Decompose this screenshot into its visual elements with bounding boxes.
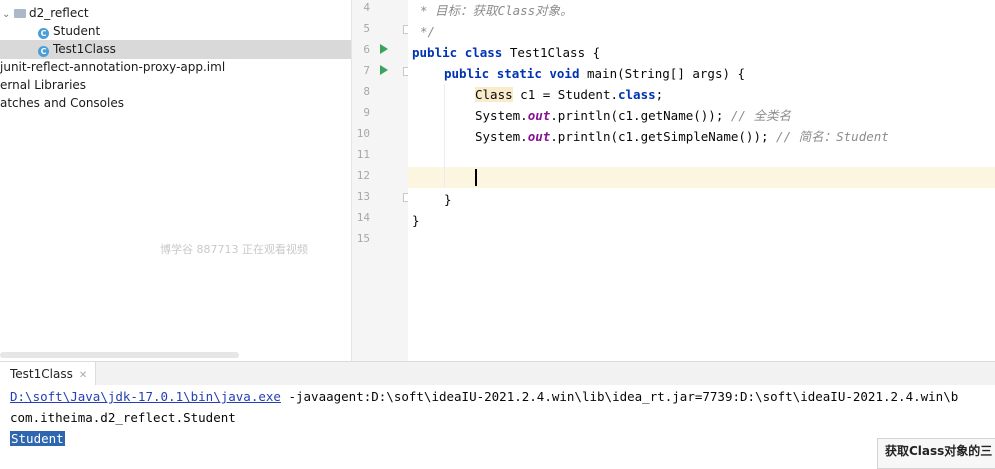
console-output-line: Student xyxy=(10,431,65,446)
code-line-14: } xyxy=(412,213,420,228)
close-icon[interactable]: ✕ xyxy=(79,370,87,381)
class-icon: C xyxy=(38,28,49,39)
tree-item-label: Student xyxy=(53,24,101,38)
code-line-13: } xyxy=(444,192,452,207)
console-output-line: com.itheima.d2_reflect.Student xyxy=(10,410,236,425)
chevron-down-icon[interactable]: ⌄ xyxy=(2,5,14,24)
keyword: static xyxy=(496,66,542,81)
project-tree-panel: ⌄ d2_reflect C Student C Test1Class junit-r… xyxy=(0,0,352,361)
java-exe-link[interactable]: D:\soft\Java\jdk-17.0.1\bin\java.exe xyxy=(10,389,281,404)
line-number: 8 xyxy=(363,85,370,98)
run-tool-window-tabs: Test1Class ✕ xyxy=(0,361,995,386)
text-caret xyxy=(475,169,477,186)
class-icon: C xyxy=(38,46,49,57)
tree-item-label: ernal Libraries xyxy=(0,78,87,92)
tree-item-label: Test1Class xyxy=(53,42,116,56)
comment: // 简名：Student xyxy=(776,129,889,144)
line-number: 7 xyxy=(363,64,370,77)
line-number: 13 xyxy=(356,190,370,203)
package-icon xyxy=(14,9,26,18)
notice-popup: 获取Class对象的三 xyxy=(877,438,995,469)
tree-item-external-libraries[interactable]: ernal Libraries xyxy=(0,76,86,95)
run-main-icon[interactable] xyxy=(380,65,388,75)
selected-text: Student xyxy=(10,431,65,446)
line-number: 9 xyxy=(363,106,370,119)
line-number: 4 xyxy=(363,1,370,14)
run-tab-test1class[interactable]: Test1Class ✕ xyxy=(0,362,97,386)
code-line-5: */ xyxy=(420,24,436,39)
tree-item-label: atches and Consoles xyxy=(0,96,124,110)
code-text: ; xyxy=(655,87,664,102)
line-number: 11 xyxy=(356,148,370,161)
code-text: c1 = Student. xyxy=(512,87,618,102)
line-number: 14 xyxy=(356,211,370,224)
line-number: 15 xyxy=(356,232,370,245)
console-text: -javaagent:D:\soft\ideaIU-2021.2.4.win\l… xyxy=(280,389,959,404)
keyword: class xyxy=(618,87,656,102)
code-text: .println(c1.getSimpleName()); xyxy=(550,129,777,144)
horizontal-scrollbar[interactable] xyxy=(0,352,239,358)
code-text: main(String[] args) { xyxy=(579,66,746,81)
comment: // 全类名 xyxy=(730,108,791,123)
code-text: System. xyxy=(475,108,528,123)
tree-item-scratches[interactable]: atches and Consoles xyxy=(0,94,124,113)
field-reference: out xyxy=(527,129,551,144)
code-text: System. xyxy=(475,129,528,144)
code-text: Test1Class { xyxy=(502,45,601,60)
code-line-6: public class Test1Class { xyxy=(412,42,600,63)
keyword: class xyxy=(464,45,503,60)
keyword: public xyxy=(444,66,490,81)
tab-label: Test1Class xyxy=(10,367,73,381)
line-number: 5 xyxy=(363,22,370,35)
field-reference: out xyxy=(527,108,551,123)
console-command-line: D:\soft\Java\jdk-17.0.1\bin\java.exe -ja… xyxy=(10,389,958,404)
run-class-icon[interactable] xyxy=(380,44,388,54)
code-line-4: * 目标：获取Class对象。 xyxy=(420,3,573,18)
code-line-7: public static void main(String[] args) { xyxy=(444,63,745,84)
tree-item-test1class[interactable]: C Test1Class xyxy=(0,40,351,59)
watermark: 博学谷 887713 正在观看视频 xyxy=(160,243,308,256)
indent-guide xyxy=(444,84,445,188)
code-text: .println(c1.getName()); xyxy=(550,108,731,123)
tree-item-label: junit-reflect-annotation-proxy-app.iml xyxy=(0,60,226,74)
line-number: 12 xyxy=(356,169,370,182)
code-line-8: Class c1 = Student.class; xyxy=(475,84,663,105)
tree-item-student[interactable]: C Student xyxy=(38,22,100,41)
current-line-highlight xyxy=(408,167,995,188)
line-number: 6 xyxy=(363,43,370,56)
class-reference-highlight: Class xyxy=(475,87,513,102)
keyword: public xyxy=(412,45,458,60)
line-number: 10 xyxy=(356,127,370,140)
keyword: void xyxy=(549,66,580,81)
tree-item-iml-file[interactable]: junit-reflect-annotation-proxy-app.iml xyxy=(0,58,225,77)
tree-item-d2-reflect[interactable]: ⌄ d2_reflect xyxy=(2,4,89,23)
tree-item-label: d2_reflect xyxy=(29,6,89,20)
code-line-10: System.out.println(c1.getSimpleName()); … xyxy=(475,126,889,147)
code-line-9: System.out.println(c1.getName()); // 全类名 xyxy=(475,105,791,126)
